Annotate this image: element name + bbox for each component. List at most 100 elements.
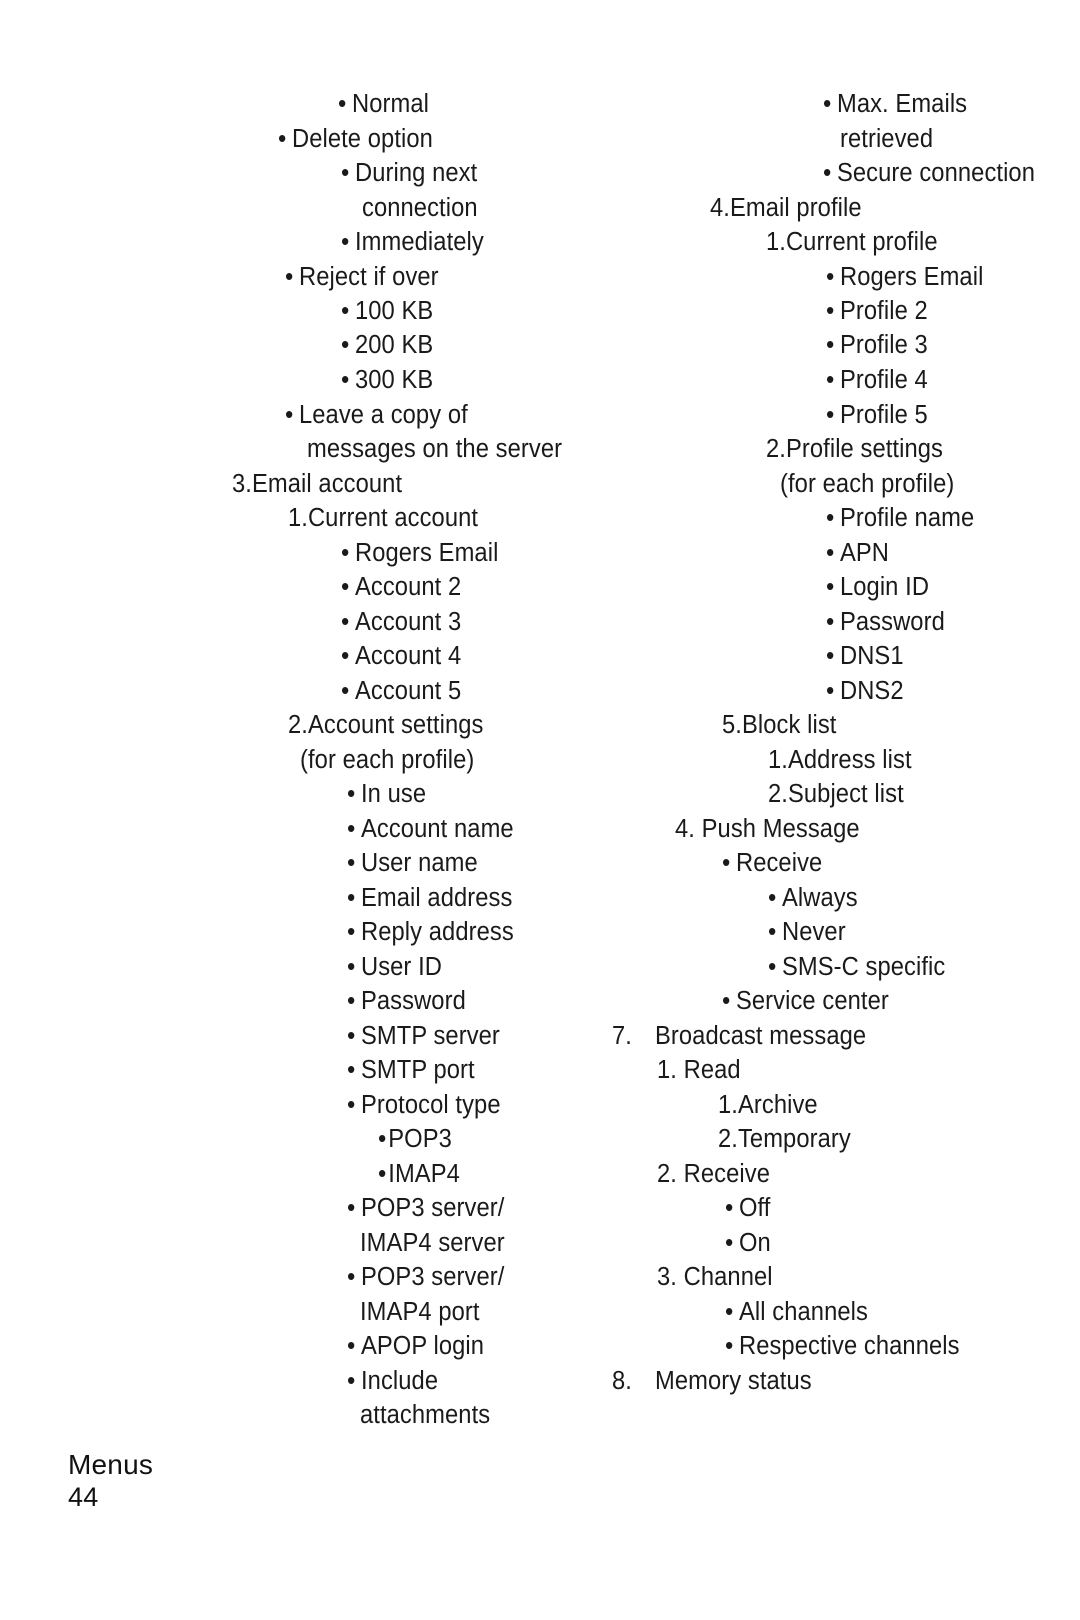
menu-tree-line-label: Login ID (839, 573, 930, 601)
menu-tree-line: 4.Email profile (710, 193, 862, 223)
bullet-icon: • (826, 539, 835, 567)
menu-tree-line: • Normal (338, 89, 429, 119)
menu-tree-line-label: 4. Push Message (675, 815, 860, 843)
menu-tree-line: • 100 KB (341, 296, 433, 326)
menu-tree-line-label: 4.Email profile (710, 194, 862, 222)
menu-tree-line: 7. (612, 1021, 632, 1051)
bullet-icon: • (347, 1367, 356, 1395)
menu-tree-line: • Service center (722, 986, 889, 1016)
bullet-icon: • (826, 331, 835, 359)
menu-tree-line: • Off (725, 1193, 770, 1223)
bullet-icon: • (826, 642, 835, 670)
bullet-icon: • (285, 263, 294, 291)
menu-tree-line-label: Receive (735, 849, 823, 877)
menu-tree-line-label: 100 KB (354, 297, 434, 325)
menu-tree-line-label: Immediately (354, 228, 484, 256)
bullet-icon: • (826, 677, 835, 705)
menu-tree-line: • POP3 server/ (347, 1193, 504, 1223)
menu-tree-line: 1.Address list (768, 745, 912, 775)
menu-tree-line: • Account 4 (341, 641, 461, 671)
menu-tree-line-label: Secure connection (836, 159, 1035, 187)
menu-tree-line-label: Broadcast message (655, 1022, 867, 1050)
menu-tree-line-label: APN (839, 539, 890, 567)
menu-tree-line-label: 2.Profile settings (766, 435, 943, 463)
menu-tree-line-label: APOP login (360, 1332, 485, 1360)
menu-tree-line-label: Profile 5 (839, 401, 928, 429)
menu-tree-line: 2.Profile settings (766, 434, 943, 464)
menu-tree-line: • Account 2 (341, 572, 461, 602)
menu-tree-line-label: Profile 2 (839, 297, 928, 325)
menu-tree-line: • Profile 4 (826, 365, 928, 395)
bullet-icon: • (826, 401, 835, 429)
menu-tree-line-label: 2.Account settings (288, 711, 484, 739)
menu-tree-line-label: 1.Address list (768, 746, 912, 774)
menu-tree-line-label: 2. Receive (657, 1160, 770, 1188)
menu-tree-line: • APOP login (347, 1331, 484, 1361)
bullet-icon: • (347, 849, 356, 877)
menu-tree-line: • In use (347, 779, 426, 809)
bullet-icon: • (347, 1332, 356, 1360)
menu-tree-line-label: In use (360, 780, 427, 808)
bullet-icon: • (826, 263, 835, 291)
menu-tree-line-label: Never (781, 918, 846, 946)
menu-tree-line-label: 1. Read (657, 1056, 741, 1084)
menu-tree-line-label: Reply address (360, 918, 514, 946)
menu-tree-line: attachments (360, 1400, 490, 1430)
bullet-icon: • (826, 608, 835, 636)
menu-tree-line-label: Account 3 (354, 608, 462, 636)
menu-tree-line-label: User name (360, 849, 478, 877)
menu-tree-line: • POP3 server/ (347, 1262, 504, 1292)
menu-tree-line: • Password (347, 986, 466, 1016)
menu-tree-line: 1.Archive (718, 1090, 818, 1120)
bullet-icon: • (278, 125, 287, 153)
menu-tree-line-label: Leave a copy of (298, 401, 468, 429)
menu-tree-line-label: Normal (351, 90, 429, 118)
bullet-icon: • (341, 573, 350, 601)
bullet-icon: • (826, 573, 835, 601)
menu-tree-line: Broadcast message (655, 1021, 866, 1051)
menu-tree-line: IMAP4 server (360, 1228, 505, 1258)
bullet-icon: • (341, 228, 350, 256)
menu-tree-line-label: DNS2 (839, 677, 904, 705)
menu-tree-line: 2.Temporary (718, 1124, 851, 1154)
menu-tree-line-label: (for each profile) (780, 470, 955, 498)
bullet-icon: • (285, 401, 294, 429)
menu-tree-line-label: 2.Subject list (768, 780, 904, 808)
bullet-icon: • (347, 1022, 356, 1050)
menu-tree-line-label: 2.Temporary (718, 1125, 851, 1153)
menu-tree-line: 1.Current account (288, 503, 478, 533)
menu-tree-line: • Never (768, 917, 846, 947)
menu-tree-line: •POP3 (378, 1124, 452, 1154)
bullet-icon: • (347, 1091, 356, 1119)
bullet-icon: • (341, 539, 350, 567)
bullet-icon: • (347, 884, 356, 912)
menu-tree-line-label: 7. (612, 1022, 632, 1050)
menu-tree-line-label: Protocol type (360, 1091, 501, 1119)
bullet-icon: • (823, 159, 832, 187)
bullet-icon: • (725, 1229, 734, 1257)
menu-tree-line: • Profile 3 (826, 330, 928, 360)
bullet-icon: • (341, 297, 350, 325)
menu-tree-line-label: User ID (360, 953, 443, 981)
menu-tree-line: • Delete option (278, 124, 433, 154)
menu-tree-line-label: Profile 4 (839, 366, 928, 394)
menu-tree-line-label: 300 KB (354, 366, 434, 394)
bullet-icon: • (826, 504, 835, 532)
menu-tree-line-label: 1.Archive (718, 1091, 818, 1119)
bullet-icon: • (347, 918, 356, 946)
menu-tree-line: (for each profile) (300, 745, 474, 775)
menu-tree-line: •IMAP4 (378, 1159, 460, 1189)
menu-tree-line-label: Account 5 (354, 677, 462, 705)
menu-tree-line-label: Include (360, 1367, 439, 1395)
menu-tree-line: • SMTP port (347, 1055, 475, 1085)
menu-tree-line-label: Memory status (655, 1367, 812, 1395)
bullet-icon: • (378, 1160, 387, 1188)
menu-tree-line: • Leave a copy of (285, 400, 468, 430)
bullet-icon: • (826, 297, 835, 325)
menu-tree-line: • Protocol type (347, 1090, 501, 1120)
menu-tree-line: • Account 5 (341, 676, 461, 706)
menu-tree-line-label: IMAP4 port (360, 1298, 480, 1326)
menu-tree-line-label: Profile 3 (839, 331, 928, 359)
menu-tree-line-label: Always (781, 884, 858, 912)
menu-tree-line: messages on the server (307, 434, 562, 464)
